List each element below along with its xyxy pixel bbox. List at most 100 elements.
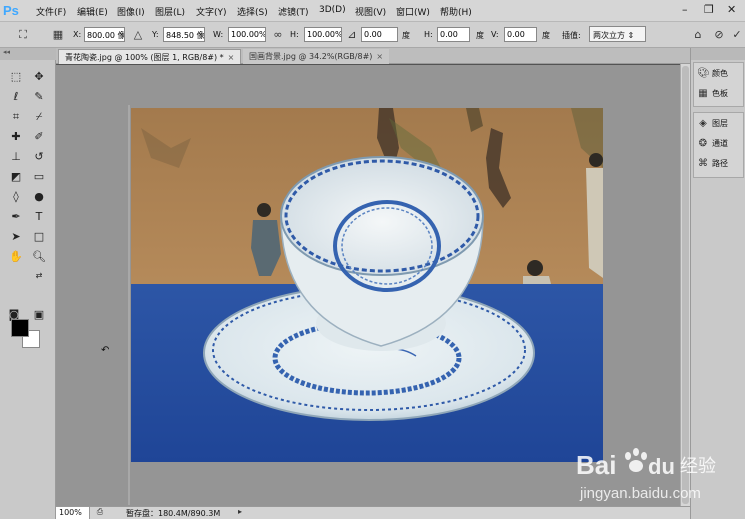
close-icon[interactable]: ✕: [727, 3, 736, 16]
status-menu-arrow-icon[interactable]: ▸: [234, 507, 246, 519]
layers-panel-group: ◈ 图层 ❂ 通道 ⌘ 路径: [693, 112, 744, 178]
interpolation-select[interactable]: 两次立方 ⇕: [589, 26, 646, 42]
document-image[interactable]: [131, 108, 603, 462]
h-skew-field[interactable]: 0.00: [437, 27, 470, 42]
angle-field[interactable]: 0.00: [361, 27, 398, 42]
reference-point-icon[interactable]: ▦: [50, 27, 66, 43]
angle-icon: ⊿: [347, 28, 357, 41]
healing-brush-icon[interactable]: ✚: [7, 129, 25, 145]
screen-mode-icon[interactable]: ▣: [30, 307, 48, 323]
paths-icon: ⌘: [698, 158, 708, 169]
x-field[interactable]: 800.00 像素: [84, 27, 125, 42]
foreground-color-swatch[interactable]: [11, 319, 29, 337]
minimize-icon[interactable]: –: [682, 3, 688, 16]
height-field[interactable]: 100.00%: [304, 27, 342, 42]
brush-tool-icon[interactable]: ✐: [30, 129, 48, 145]
menu-bar: Ps 文件(F) 编辑(E) 图像(I) 图层(L) 文字(Y) 选择(S) 滤…: [0, 0, 745, 22]
tab-label: 青花陶瓷.jpg @ 100% (图层 1, RGB/8#) *: [65, 53, 224, 62]
h-skew-label: H:: [424, 30, 433, 39]
menu-help[interactable]: 帮助(H): [440, 5, 472, 18]
menu-window[interactable]: 窗口(W): [396, 5, 430, 18]
layers-icon: ◈: [699, 118, 707, 129]
panel-dock: 🎨︎ 颜色 ▦ 色板 ◈ 图层 ❂ 通道 ⌘ 路径: [690, 48, 745, 519]
type-tool-icon[interactable]: T: [30, 209, 48, 225]
crop-tool-icon[interactable]: ⌗: [7, 109, 25, 125]
pen-tool-icon[interactable]: ✒: [7, 209, 25, 225]
swap-colors-icon[interactable]: ⇄: [30, 268, 48, 284]
restore-icon[interactable]: ❐: [704, 3, 714, 16]
clone-stamp-icon[interactable]: ⊥: [7, 149, 25, 165]
tab-label: 国画背景.jpg @ 34.2%(RGB/8#): [249, 52, 373, 61]
status-bar: 100% ⎙ 暂存盘：180.4M/890.3M ▸: [56, 506, 690, 519]
rotate-cursor-icon: ↶: [101, 345, 110, 356]
dock-grip[interactable]: [691, 48, 745, 60]
porcelain-photo: [131, 108, 603, 462]
eyedropper-icon[interactable]: ⌿: [30, 109, 48, 125]
marquee-tool-icon[interactable]: ⬚: [7, 69, 25, 85]
warp-icon[interactable]: ⌂: [690, 27, 706, 43]
h-label: H:: [290, 30, 299, 39]
tab-document-2[interactable]: 国画背景.jpg @ 34.2%(RGB/8#) ×: [243, 49, 390, 64]
toolbox: ◂◂ ⬚ ✥ ℓ ✎ ⌗ ⌿ ✚ ✐ ⊥ ↺ ◩ ▭ ◊ ● ✒ T ➤ □ ✋…: [0, 48, 56, 519]
gradient-tool-icon[interactable]: ▭: [30, 169, 48, 185]
toolbox-grip[interactable]: ◂◂: [0, 48, 56, 60]
x-label: X:: [73, 30, 82, 39]
scratch-disk-info: 暂存盘：180.4M/890.3M: [126, 509, 221, 518]
tab-document-1[interactable]: 青花陶瓷.jpg @ 100% (图层 1, RGB/8#) * ×: [58, 49, 242, 64]
blur-tool-icon[interactable]: ◊: [7, 189, 25, 205]
menu-edit[interactable]: 编辑(E): [77, 5, 108, 18]
status-info-icon[interactable]: ⎙: [94, 507, 106, 519]
path-selection-icon[interactable]: ➤: [7, 229, 25, 245]
canvas-shadow-edge: [128, 105, 130, 505]
dodge-tool-icon[interactable]: ●: [30, 189, 48, 205]
menu-select[interactable]: 选择(S): [237, 5, 268, 18]
angle-unit: 度: [402, 31, 410, 40]
photoshop-logo: Ps: [3, 3, 19, 18]
zoom-tool-icon[interactable]: 🔍︎: [30, 249, 48, 265]
delta-icon[interactable]: △: [130, 27, 146, 43]
swatches-icon: ▦: [698, 88, 708, 99]
y-field[interactable]: 848.50 像素: [163, 27, 205, 42]
panel-color[interactable]: 🎨︎ 颜色: [697, 68, 743, 84]
eraser-tool-icon[interactable]: ◩: [7, 169, 25, 185]
panel-swatches[interactable]: ▦ 色板: [697, 88, 743, 104]
hand-tool-icon[interactable]: ✋: [7, 249, 25, 265]
lasso-tool-icon[interactable]: ℓ: [7, 89, 25, 105]
tab-close-icon[interactable]: ×: [376, 52, 383, 61]
width-field[interactable]: 100.00%: [228, 27, 266, 42]
vertical-scrollbar[interactable]: [680, 64, 690, 506]
options-bar: ⛶ ▦ X: 800.00 像素 △ Y: 848.50 像素 W: 100.0…: [0, 22, 745, 48]
panel-layers[interactable]: ◈ 图层: [697, 118, 743, 134]
cancel-transform-icon[interactable]: ⊘: [711, 27, 727, 43]
commit-transform-icon[interactable]: ✓: [729, 27, 745, 43]
w-label: W:: [213, 30, 224, 39]
y-label: Y:: [152, 30, 159, 39]
menu-3d[interactable]: 3D(D): [319, 5, 346, 15]
history-brush-icon[interactable]: ↺: [30, 149, 48, 165]
palette-icon: 🎨︎: [697, 68, 710, 79]
link-icon[interactable]: ∞: [270, 27, 286, 43]
shape-tool-icon[interactable]: □: [30, 229, 48, 245]
menu-type[interactable]: 文字(Y): [196, 5, 227, 18]
h-skew-unit: 度: [476, 31, 484, 40]
interpolation-label: 插值:: [562, 31, 581, 40]
v-skew-label: V:: [491, 30, 499, 39]
menu-filter[interactable]: 滤镜(T): [278, 5, 309, 18]
v-skew-field[interactable]: 0.00: [504, 27, 537, 42]
menu-view[interactable]: 视图(V): [355, 5, 386, 18]
menu-image[interactable]: 图像(I): [117, 5, 145, 18]
move-tool-icon[interactable]: ✥: [30, 69, 48, 85]
document-tab-bar: 青花陶瓷.jpg @ 100% (图层 1, RGB/8#) * × 国画背景.j…: [56, 48, 690, 64]
move-tool-preset-icon[interactable]: ⛶: [15, 27, 31, 43]
tab-close-icon[interactable]: ×: [228, 53, 235, 62]
vertical-scrollbar-thumb[interactable]: [682, 66, 689, 504]
v-skew-unit: 度: [542, 31, 550, 40]
panel-channels[interactable]: ❂ 通道: [697, 138, 743, 154]
color-panel-group: 🎨︎ 颜色 ▦ 色板: [693, 62, 744, 107]
zoom-level-field[interactable]: 100%: [56, 507, 90, 519]
menu-file[interactable]: 文件(F): [36, 5, 66, 18]
quick-selection-icon[interactable]: ✎: [30, 89, 48, 105]
panel-paths[interactable]: ⌘ 路径: [697, 158, 743, 174]
menu-layer[interactable]: 图层(L): [155, 5, 185, 18]
channels-icon: ❂: [698, 138, 708, 149]
